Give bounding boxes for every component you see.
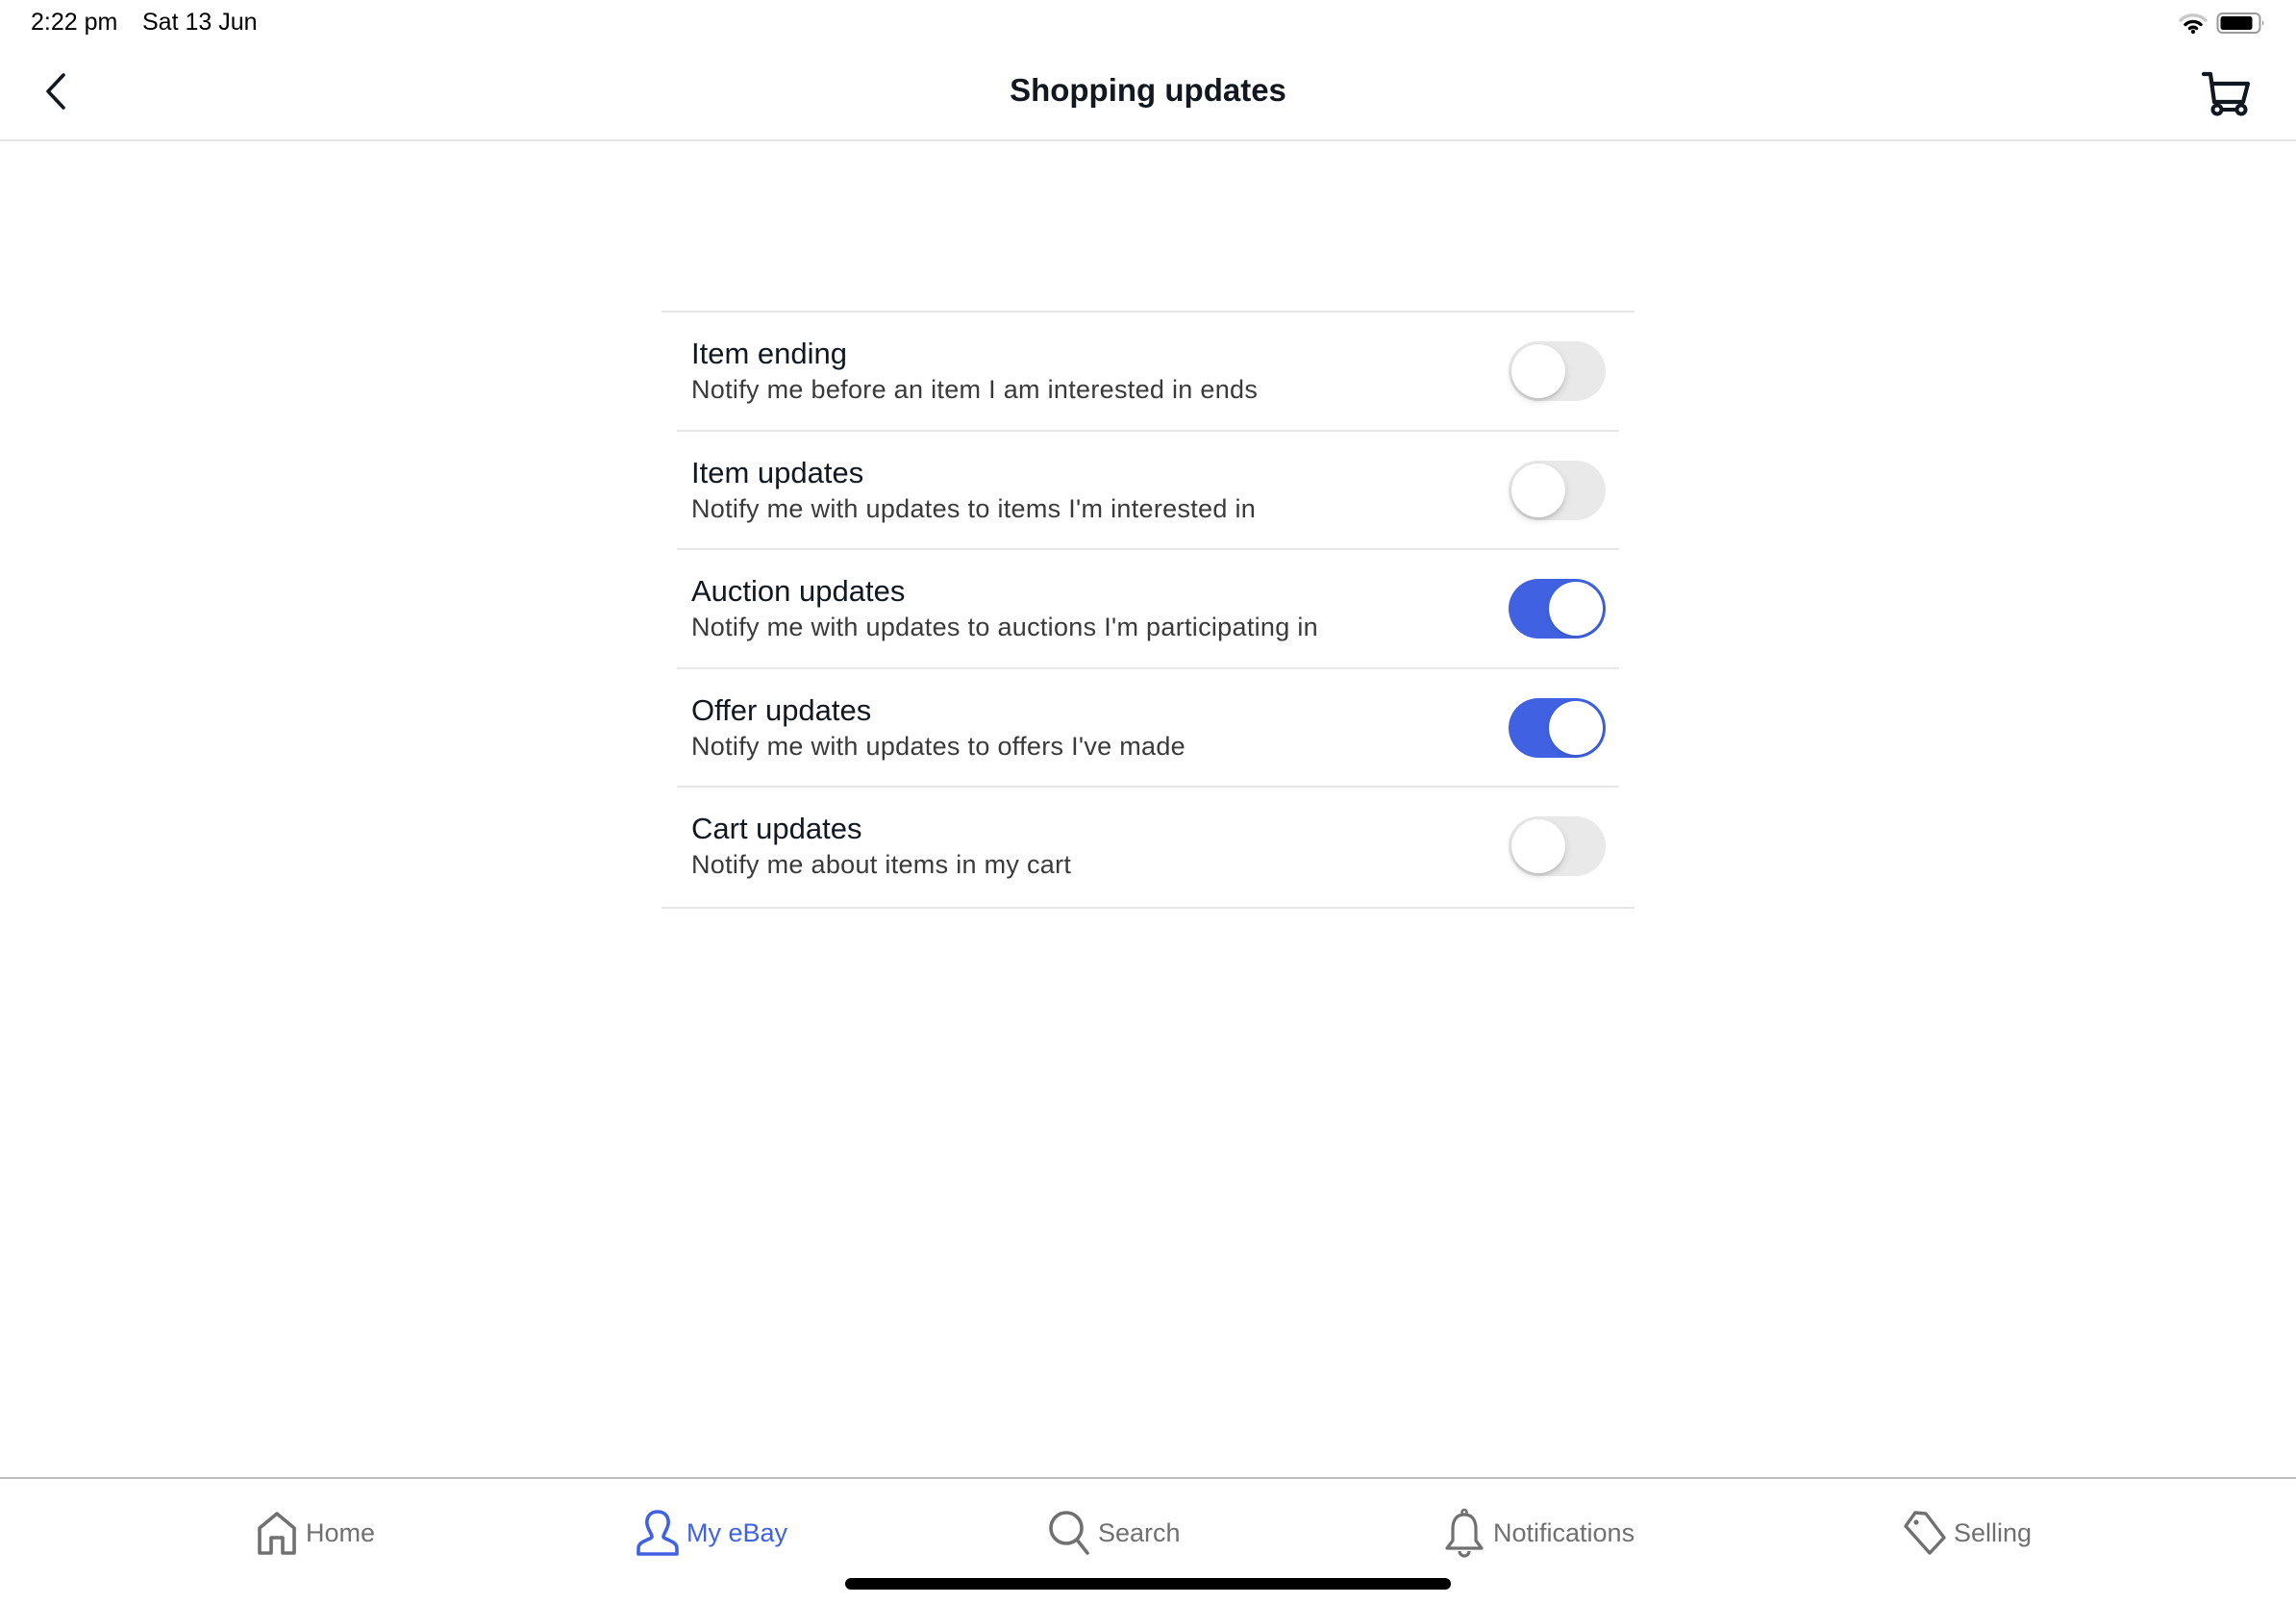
page-title: Shopping updates	[1010, 72, 1286, 108]
toggle-knob	[1511, 463, 1565, 517]
item-ending-toggle[interactable]	[1509, 341, 1606, 401]
setting-description: Notify me with updates to auctions I'm p…	[691, 613, 1318, 641]
tab-notifications[interactable]: Notifications	[1442, 1506, 1635, 1560]
auction-updates-toggle[interactable]	[1509, 579, 1606, 639]
home-indicator[interactable]	[845, 1578, 1451, 1590]
tab-label: Home	[306, 1517, 376, 1547]
home-icon	[258, 1512, 296, 1555]
setting-title: Offer updates	[691, 692, 872, 727]
navigation-header: Shopping updates	[0, 44, 2296, 141]
user-icon	[636, 1510, 679, 1556]
setting-description: Notify me with updates to offers I've ma…	[691, 731, 1185, 761]
tab-label: Notifications	[1493, 1517, 1635, 1547]
cart-updates-toggle[interactable]	[1509, 816, 1606, 876]
status-date: Sat 13 Jun	[142, 9, 258, 36]
offer-updates-toggle[interactable]	[1509, 697, 1606, 758]
setting-row-offer-updates: Offer updates Notify me with updates to …	[677, 669, 1619, 788]
tab-selling[interactable]: Selling	[1903, 1506, 2032, 1560]
status-time: 2:22 pm	[31, 9, 118, 36]
battery-icon	[2216, 13, 2264, 34]
tab-search[interactable]: Search	[1047, 1506, 1181, 1560]
setting-title: Item updates	[691, 455, 864, 489]
setting-description: Notify me about items in my cart	[691, 850, 1072, 879]
setting-row-item-ending: Item ending Notify me before an item I a…	[677, 313, 1619, 432]
tab-my-ebay[interactable]: My eBay	[636, 1506, 787, 1560]
tab-home[interactable]: Home	[255, 1506, 375, 1560]
search-icon	[1049, 1511, 1089, 1555]
toggle-knob	[1549, 700, 1603, 755]
setting-title: Auction updates	[691, 574, 906, 608]
setting-title: Cart updates	[691, 812, 862, 845]
tab-label: Selling	[1954, 1517, 2033, 1547]
item-updates-toggle[interactable]	[1509, 460, 1606, 520]
shopping-updates-list: Item ending Notify me before an item I a…	[661, 311, 1635, 909]
toggle-knob	[1511, 344, 1565, 398]
setting-row-cart-updates: Cart updates Notify me about items in my…	[677, 788, 1619, 907]
setting-description: Notify me before an item I am interested…	[691, 375, 1259, 404]
status-bar: 2:22 pm Sat 13 Jun	[0, 0, 2296, 44]
setting-title: Item ending	[691, 337, 847, 370]
tab-label: My eBay	[686, 1517, 788, 1547]
setting-description: Notify me with updates to items I'm inte…	[691, 493, 1257, 523]
toggle-knob	[1511, 819, 1565, 873]
cart-button[interactable]	[2200, 69, 2254, 117]
setting-row-item-updates: Item updates Notify me with updates to i…	[677, 432, 1619, 550]
cart-icon	[2201, 71, 2251, 116]
bell-icon	[1445, 1508, 1484, 1558]
wifi-icon	[2179, 13, 2208, 35]
tag-icon	[1904, 1511, 1946, 1555]
toggle-knob	[1549, 582, 1603, 636]
tab-label: Search	[1098, 1517, 1181, 1547]
setting-row-auction-updates: Auction updates Notify me with updates t…	[677, 550, 1619, 669]
